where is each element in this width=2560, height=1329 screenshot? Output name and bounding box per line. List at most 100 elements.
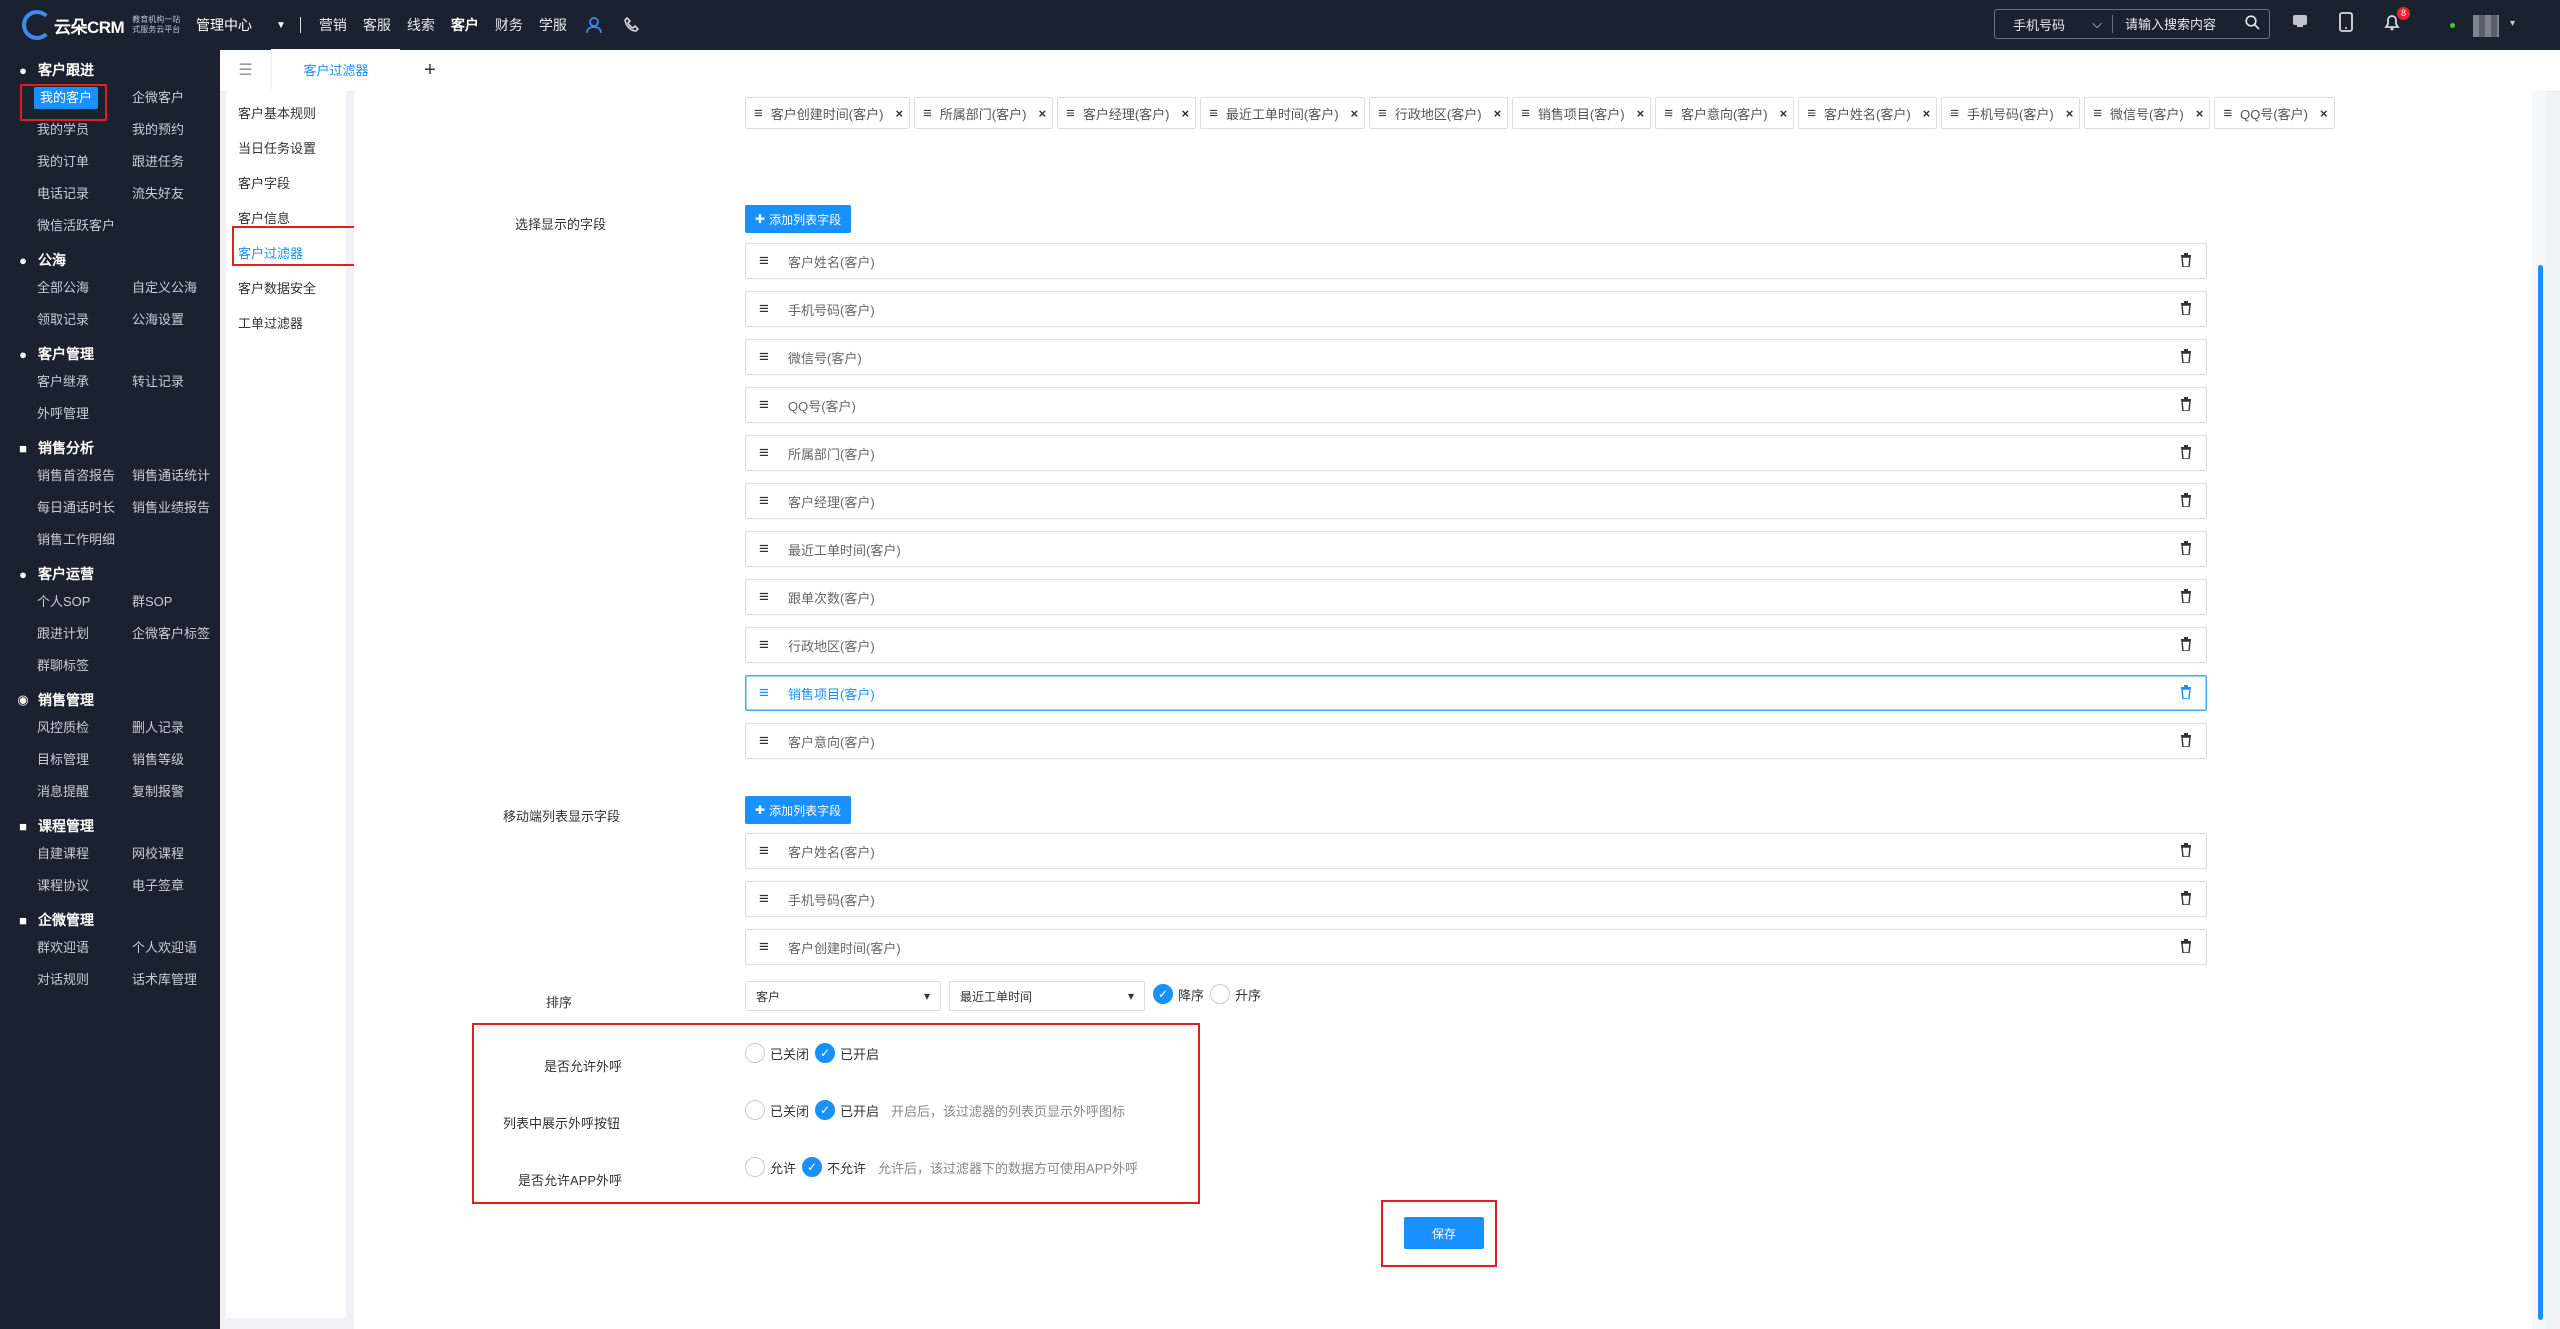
trash-icon[interactable] <box>2166 588 2206 606</box>
field-row[interactable]: ≡ 客户创建时间(客户) <box>745 929 2207 965</box>
sidebar-item[interactable]: 话术库管理 <box>132 966 227 994</box>
drag-handle-icon[interactable]: ≡ <box>746 841 782 861</box>
settings-nav-item[interactable]: 客户基本规则 <box>226 96 346 131</box>
drag-handle-icon[interactable]: ≡ <box>1209 105 1218 122</box>
close-icon[interactable]: × <box>2196 106 2204 121</box>
filter-chip[interactable]: ≡ 最近工单时间(客户) × <box>1200 97 1366 129</box>
sidebar-group-title[interactable]: ■ 课程管理 <box>0 816 220 836</box>
add-tab-icon[interactable]: + <box>400 49 460 91</box>
sidebar-item[interactable]: 企微客户标签 <box>132 620 227 648</box>
trash-icon[interactable] <box>2166 636 2206 654</box>
sidebar-item[interactable]: 目标管理 <box>37 746 132 774</box>
search-type-select[interactable]: 手机号码 ⌵ <box>1995 15 2113 33</box>
filter-chip[interactable]: ≡ 微信号(客户) × <box>2084 97 2211 129</box>
phone-icon[interactable] <box>621 14 643 36</box>
drag-handle-icon[interactable]: ≡ <box>1950 105 1959 122</box>
nav-item-1[interactable]: 客服 <box>363 15 391 35</box>
sidebar-item[interactable]: 领取记录 <box>37 306 132 334</box>
collapse-menu-icon[interactable]: ☰ <box>220 49 272 91</box>
field-row[interactable]: ≡ 所属部门(客户) <box>745 435 2207 471</box>
trash-icon[interactable] <box>2166 540 2206 558</box>
bell-icon[interactable]: 8 <box>2382 7 2410 34</box>
sidebar-item[interactable]: 课程协议 <box>37 872 132 900</box>
field-row[interactable]: ≡ 行政地区(客户) <box>745 627 2207 663</box>
drag-handle-icon[interactable]: ≡ <box>746 491 782 511</box>
drag-handle-icon[interactable]: ≡ <box>746 395 782 415</box>
settings-nav-item[interactable]: 客户数据安全 <box>226 271 346 306</box>
field-row[interactable]: ≡ 客户姓名(客户) <box>745 833 2207 869</box>
avatar[interactable] <box>2473 15 2499 37</box>
sidebar-item[interactable]: 我的预约 <box>132 116 227 144</box>
drag-handle-icon[interactable]: ≡ <box>923 105 932 122</box>
sort-asc-option[interactable]: 升序 <box>1210 984 1261 1004</box>
drag-handle-icon[interactable]: ≡ <box>2223 105 2232 122</box>
close-icon[interactable]: × <box>1182 106 1190 121</box>
close-icon[interactable]: × <box>1780 106 1788 121</box>
filter-chip[interactable]: ≡ 所属部门(客户) × <box>914 97 1054 129</box>
field-row[interactable]: ≡ 手机号码(客户) <box>745 881 2207 917</box>
sidebar-item[interactable]: 微信活跃客户 <box>37 212 132 240</box>
sidebar-item[interactable]: 外呼管理 <box>37 400 132 428</box>
settings-nav-item[interactable]: 工单过滤器 <box>226 306 346 341</box>
trash-icon[interactable] <box>2166 252 2206 270</box>
trash-icon[interactable] <box>2166 300 2206 318</box>
nav-item-0[interactable]: 营销 <box>319 15 347 35</box>
trash-icon[interactable] <box>2166 396 2206 414</box>
close-icon[interactable]: × <box>1351 106 1359 121</box>
settings-nav-item[interactable]: 客户字段 <box>226 166 346 201</box>
trash-icon[interactable] <box>2166 444 2206 462</box>
sidebar-item[interactable]: 风控质检 <box>37 714 132 742</box>
field-row[interactable]: ≡ QQ号(客户) <box>745 387 2207 423</box>
sidebar-item[interactable]: 企微客户 <box>132 84 227 112</box>
sidebar-item[interactable]: 跟进任务 <box>132 148 227 176</box>
message-icon[interactable] <box>2290 12 2310 34</box>
drag-handle-icon[interactable]: ≡ <box>2093 105 2102 122</box>
sidebar-item[interactable]: 每日通话时长 <box>37 494 132 522</box>
close-icon[interactable]: × <box>1038 106 1046 121</box>
user-outline-icon[interactable] <box>583 14 605 36</box>
field-row[interactable]: ≡ 销售项目(客户) <box>745 675 2207 711</box>
sidebar-item[interactable]: 自建课程 <box>37 840 132 868</box>
sidebar-item[interactable]: 自定义公海 <box>132 274 227 302</box>
sidebar-item[interactable]: 电话记录 <box>37 180 132 208</box>
drag-handle-icon[interactable]: ≡ <box>746 443 782 463</box>
field-row[interactable]: ≡ 微信号(客户) <box>745 339 2207 375</box>
close-icon[interactable]: × <box>895 106 903 121</box>
filter-chip[interactable]: ≡ 行政地区(客户) × <box>1369 97 1509 129</box>
logo[interactable]: 云朵CRM 教育机构一站 式服务云平台 <box>0 0 200 50</box>
sidebar-group-title[interactable]: ● 客户跟进 <box>0 60 220 80</box>
sidebar-item[interactable]: 群SOP <box>132 588 227 616</box>
close-icon[interactable]: × <box>1494 106 1502 121</box>
filter-chip[interactable]: ≡ 客户意向(客户) × <box>1655 97 1795 129</box>
tab-customer-filter[interactable]: 客户过滤器 <box>272 49 400 91</box>
sidebar-group-title[interactable]: ■ 销售分析 <box>0 438 220 458</box>
nav-item-5[interactable]: 学服 <box>539 15 567 35</box>
trash-icon[interactable] <box>2166 492 2206 510</box>
sidebar-item[interactable]: 销售业绩报告 <box>132 494 227 522</box>
drag-handle-icon[interactable]: ≡ <box>746 587 782 607</box>
field-row[interactable]: ≡ 最近工单时间(客户) <box>745 531 2207 567</box>
sort-entity-select[interactable]: 客户 ▾ <box>745 981 941 1011</box>
filter-chip[interactable]: ≡ 手机号码(客户) × <box>1941 97 2081 129</box>
mobile-icon[interactable] <box>2336 12 2356 34</box>
sort-field-select[interactable]: 最近工单时间 ▾ <box>949 981 1145 1011</box>
drag-handle-icon[interactable]: ≡ <box>1664 105 1673 122</box>
sidebar-group-title[interactable]: ● 客户管理 <box>0 344 220 364</box>
field-row[interactable]: ≡ 手机号码(客户) <box>745 291 2207 327</box>
close-icon[interactable]: × <box>1923 106 1931 121</box>
field-row[interactable]: ≡ 跟单次数(客户) <box>745 579 2207 615</box>
drag-handle-icon[interactable]: ≡ <box>746 635 782 655</box>
close-icon[interactable]: × <box>1637 106 1645 121</box>
sidebar-item[interactable]: 个人欢迎语 <box>132 934 227 962</box>
close-icon[interactable]: × <box>2066 106 2074 121</box>
sidebar-item[interactable]: 群欢迎语 <box>37 934 132 962</box>
sidebar-item[interactable]: 群聊标签 <box>37 652 132 680</box>
sidebar-item[interactable]: 跟进计划 <box>37 620 132 648</box>
sidebar-group-title[interactable]: ● 公海 <box>0 250 220 270</box>
drag-handle-icon[interactable]: ≡ <box>746 731 782 751</box>
sidebar-item[interactable]: 复制报警 <box>132 778 227 806</box>
filter-chip[interactable]: ≡ 销售项目(客户) × <box>1512 97 1652 129</box>
drag-handle-icon[interactable]: ≡ <box>746 683 782 703</box>
drag-handle-icon[interactable]: ≡ <box>746 299 782 319</box>
sidebar-item[interactable]: 销售等级 <box>132 746 227 774</box>
